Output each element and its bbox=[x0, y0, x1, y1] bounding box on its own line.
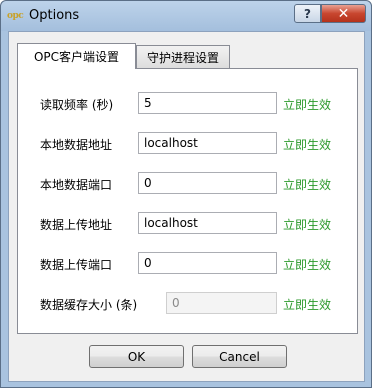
dialog-body: OPC客户端设置 守护进程设置 读取频率 (秒) 立即生效 本地数据地址 立即生… bbox=[8, 31, 365, 382]
local-data-port-input[interactable] bbox=[138, 172, 277, 194]
upload-data-port-label: 数据上传端口 bbox=[40, 258, 113, 272]
local-data-address-apply-link[interactable]: 立即生效 bbox=[283, 136, 331, 153]
cancel-button[interactable]: Cancel bbox=[192, 345, 287, 368]
help-icon: ? bbox=[304, 6, 311, 21]
data-cache-size-apply-link[interactable]: 立即生效 bbox=[283, 296, 331, 313]
upload-data-address-apply-link[interactable]: 立即生效 bbox=[283, 216, 331, 233]
help-button[interactable]: ? bbox=[294, 4, 321, 23]
data-cache-size-label: 数据缓存大小 (条) bbox=[40, 298, 138, 312]
upload-data-port-apply-link[interactable]: 立即生效 bbox=[283, 256, 331, 273]
local-data-port-apply-link[interactable]: 立即生效 bbox=[283, 176, 331, 193]
upload-data-address-label: 数据上传地址 bbox=[40, 218, 113, 232]
close-icon: ✕ bbox=[337, 5, 350, 22]
options-window: opc Options ? ✕ OPC客户端设置 守护进程设置 读取频率 (秒)… bbox=[0, 0, 372, 388]
read-frequency-input[interactable] bbox=[138, 92, 277, 114]
tab-panel-opc-client: 读取频率 (秒) 立即生效 本地数据地址 立即生效 本地数据端口 立即生效 数据… bbox=[17, 68, 358, 334]
local-data-address-input[interactable] bbox=[138, 132, 277, 154]
close-button[interactable]: ✕ bbox=[321, 4, 366, 23]
title-bar[interactable]: opc Options ? ✕ bbox=[1, 1, 371, 31]
tab-opc-client-settings[interactable]: OPC客户端设置 bbox=[17, 43, 136, 69]
opc-app-icon: opc bbox=[7, 11, 24, 21]
local-data-port-label: 本地数据端口 bbox=[40, 178, 113, 192]
window-title: Options bbox=[29, 8, 80, 23]
tab-daemon-settings[interactable]: 守护进程设置 bbox=[136, 45, 230, 69]
data-cache-size-input bbox=[166, 292, 277, 314]
read-frequency-apply-link[interactable]: 立即生效 bbox=[283, 96, 331, 113]
upload-data-port-input[interactable] bbox=[138, 252, 277, 274]
upload-data-address-input[interactable] bbox=[138, 212, 277, 234]
ok-button[interactable]: OK bbox=[89, 345, 184, 368]
read-frequency-label: 读取频率 (秒) bbox=[40, 98, 114, 112]
local-data-address-label: 本地数据地址 bbox=[40, 138, 113, 152]
